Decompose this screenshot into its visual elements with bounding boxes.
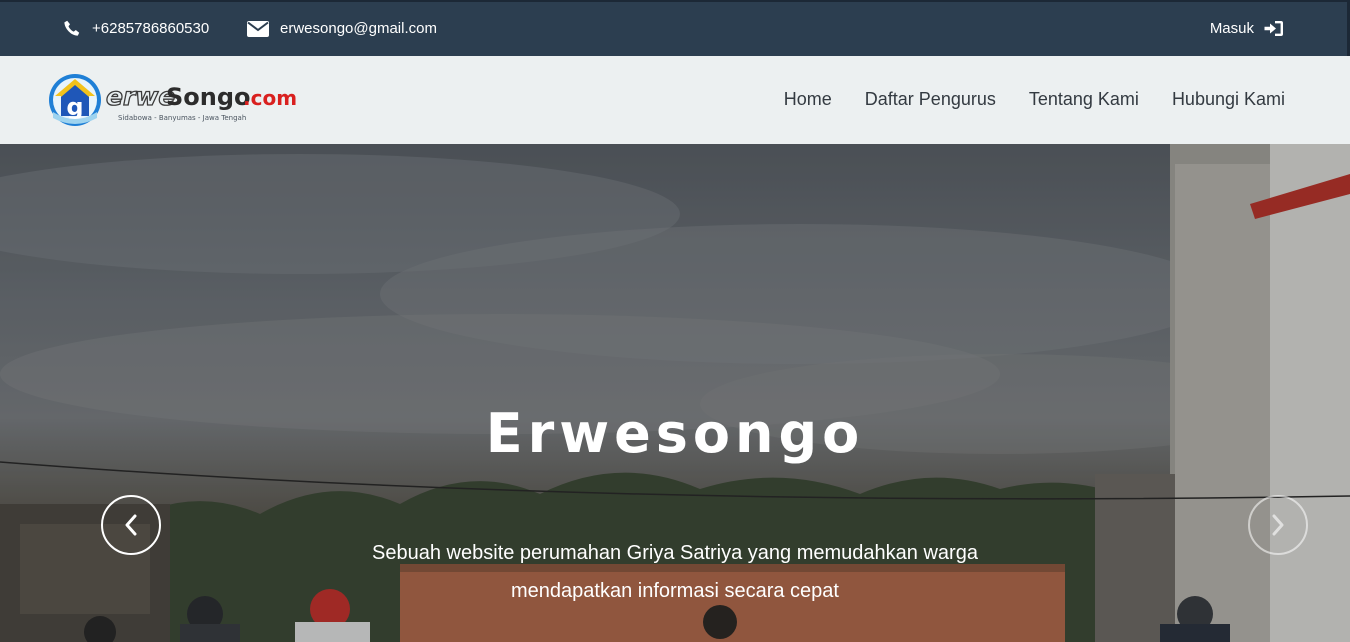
email-address: erwesongo@gmail.com — [280, 20, 437, 37]
svg-text:Sidabowa - Banyumas - Jawa Ten: Sidabowa - Banyumas - Jawa Tengah — [118, 114, 246, 122]
nav-item-tentang-kami[interactable]: Tentang Kami — [1029, 89, 1139, 110]
top-contact-bar: +6285786860530 erwesongo@gmail.com Masuk — [0, 0, 1350, 56]
carousel-prev-button[interactable] — [101, 495, 161, 555]
main-navbar: g erwe Songo .com Sidabowa - Banyumas - … — [0, 56, 1350, 144]
login-label: Masuk — [1209, 20, 1254, 37]
hero-subtitle-line-2: mendapatkan informasi secara cepat — [511, 580, 839, 602]
svg-text:.com: .com — [243, 86, 297, 110]
email-contact[interactable]: erwesongo@gmail.com — [247, 20, 437, 37]
svg-text:g: g — [66, 93, 83, 121]
hero-subtitle: Sebuah website perumahan Griya Satriya y… — [325, 534, 1025, 610]
envelope-icon — [247, 20, 269, 37]
hero-title: Erwesongo — [485, 402, 865, 465]
svg-text:erwe: erwe — [106, 82, 175, 111]
chevron-right-icon — [1272, 514, 1284, 536]
sign-in-icon — [1264, 21, 1283, 36]
site-logo[interactable]: g erwe Songo .com Sidabowa - Banyumas - … — [48, 72, 298, 130]
hero-subtitle-line-1: Sebuah website perumahan Griya Satriya y… — [372, 542, 978, 564]
hero-carousel: Erwesongo Sebuah website perumahan Griya… — [0, 144, 1350, 642]
svg-text:Songo: Songo — [166, 83, 251, 111]
phone-icon — [64, 20, 80, 36]
phone-number: +6285786860530 — [92, 20, 210, 37]
login-link[interactable]: Masuk — [1210, 20, 1284, 37]
nav-item-home[interactable]: Home — [784, 89, 832, 110]
carousel-next-button[interactable] — [1248, 495, 1308, 555]
phone-contact[interactable]: +6285786860530 — [64, 20, 209, 37]
nav-item-hubungi-kami[interactable]: Hubungi Kami — [1172, 89, 1285, 110]
primary-nav: Home Daftar Pengurus Tentang Kami Hubung… — [751, 89, 1285, 110]
chevron-left-icon — [125, 514, 137, 536]
nav-item-daftar-pengurus[interactable]: Daftar Pengurus — [865, 89, 996, 110]
